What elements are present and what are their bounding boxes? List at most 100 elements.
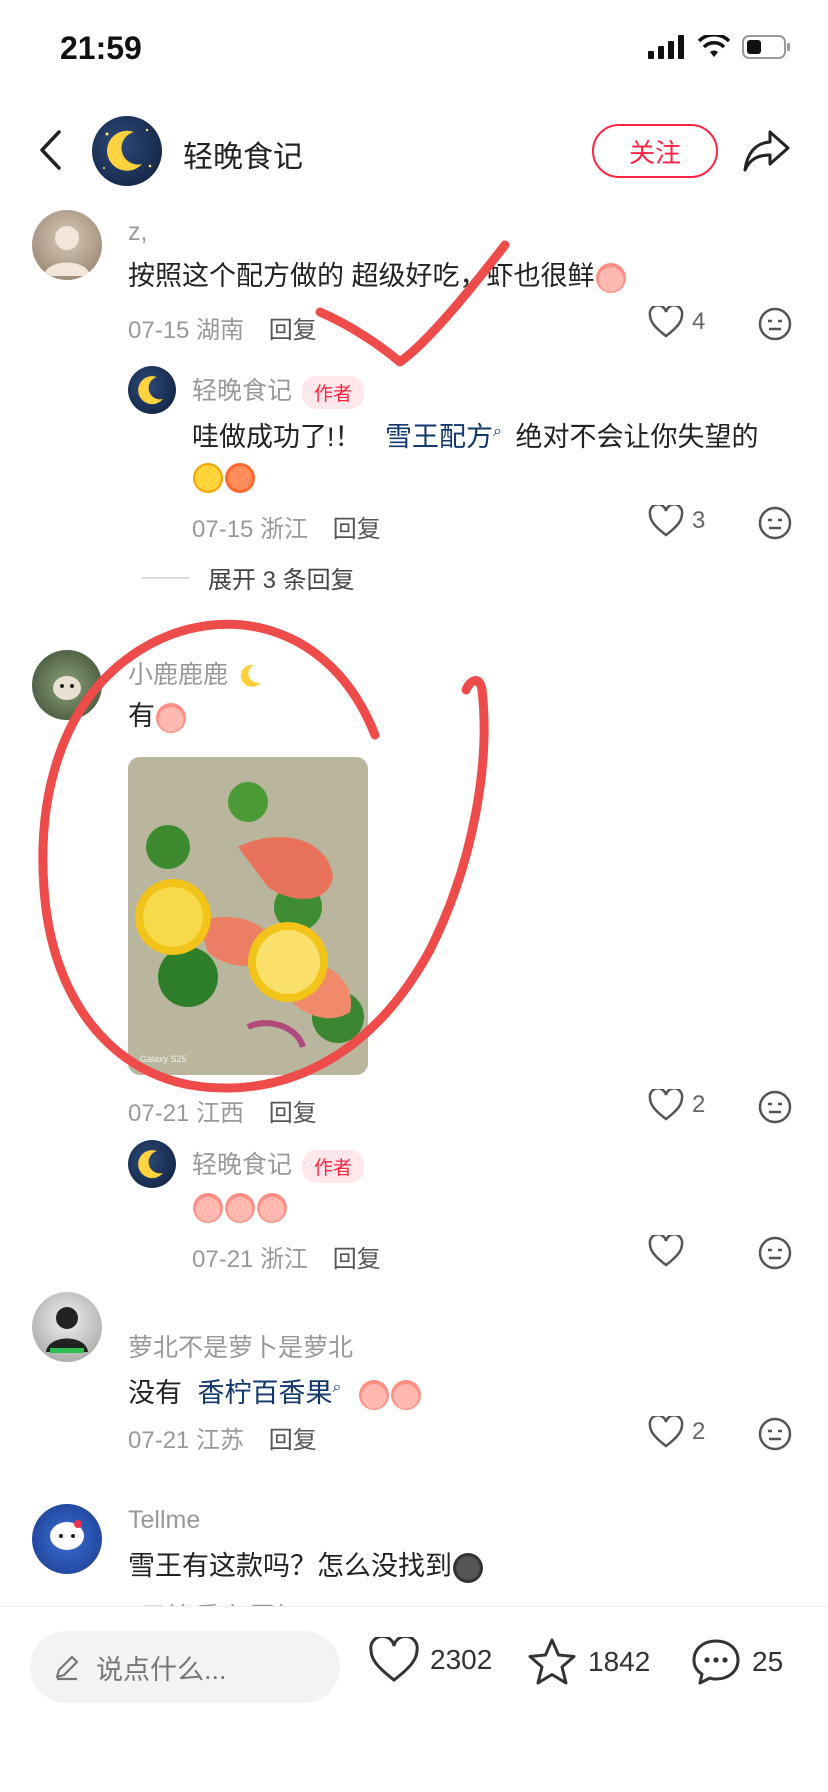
reply-button[interactable]: 回复 [269,1427,317,1454]
hello-kitty-icon [50,1520,84,1550]
comment-date: 07-21 [128,1100,190,1127]
post-comment-count: 25 [752,1646,784,1677]
comment-input[interactable]: 说点什么... [30,1631,340,1703]
author-avatar[interactable] [128,366,176,414]
laugh-emoji-icon [193,462,223,493]
like-button[interactable]: 2 [648,1089,705,1121]
reply-button[interactable]: 回复 [333,516,381,543]
circle-annotation-tail [461,676,487,695]
comment-text: 雪王有这款吗？怎么没找到 [128,1548,484,1584]
author-avatar[interactable] [128,1140,176,1188]
comment-username: 小鹿鹿鹿 [128,655,265,691]
comment-date: 07-21 [128,1427,190,1454]
dislike-icon[interactable] [757,306,793,342]
expand-replies[interactable]: 展开 3 条回复 [142,560,355,595]
comment-username[interactable]: Tellme [128,1506,200,1535]
battery-icon [742,35,790,59]
author-badge: 作者 [302,375,365,409]
search-icon: ⌕ [493,423,502,440]
comment-text-body: 有 [128,701,155,731]
dislike-icon[interactable] [757,1416,793,1452]
reply-button[interactable]: 回复 [333,1246,381,1273]
like-button[interactable]: 2 [648,1416,705,1448]
search-icon: ⌕ [332,1379,342,1396]
person-icon [44,226,90,276]
like-button[interactable]: 4 [648,306,705,338]
post-collect-button[interactable]: 1842 [526,1637,650,1687]
dislike-icon[interactable] [757,1089,793,1125]
user-avatar[interactable] [32,1504,102,1574]
comment-username[interactable]: z, [128,218,147,247]
back-button[interactable] [30,124,70,176]
dislike-icon[interactable] [757,505,793,541]
status-bar: 21:59 [0,0,828,100]
shrimp-emoji-icon [225,462,255,493]
user-avatar[interactable] [32,210,102,280]
post-comment-button[interactable]: 25 [690,1637,783,1687]
comment-meta: 07-15 湖南 回复 [128,310,317,345]
reply-emojis [192,458,256,494]
dog-icon [53,676,81,700]
status-time: 21:59 [60,30,142,66]
like-count: 4 [692,308,706,335]
like-button[interactable] [648,1235,692,1267]
reply-button[interactable]: 回复 [269,317,317,344]
post-like-button[interactable]: 2302 [368,1637,492,1683]
like-count: 2 [692,1091,706,1118]
wifi-icon [698,35,730,57]
chevron-left-icon [40,130,61,170]
expand-replies-label[interactable]: 展开 3 条回复 [208,560,355,595]
user-avatar[interactable] [32,650,102,720]
reply-meta: 07-21 浙江 回复 [192,1239,381,1274]
like-button[interactable]: 3 [648,505,705,537]
user-avatar[interactable] [32,1292,102,1362]
moon-icon [240,665,261,688]
comment-meta: 07-21 江西 回复 [128,1093,317,1128]
share-button[interactable] [742,128,792,174]
comment-text-body: 没有 [128,1378,182,1408]
person-icon [46,1307,88,1353]
food-photo-image: Galaxy S25 [128,757,368,1075]
reply-text-b: 绝对不会让你失望的 [515,422,759,452]
signal-icon [648,35,684,59]
heart-icon [369,1637,419,1682]
comment-username[interactable]: 萝北不是萝卜是萝北 [128,1328,353,1364]
comment-text-body: 雪王有这款吗？怎么没找到 [128,1551,452,1581]
heart-icon [648,1089,684,1121]
post-like-count: 2302 [430,1644,493,1675]
comment-bubble-icon [692,1639,740,1685]
peach-emoji-icon [193,1192,223,1223]
reply-username-text[interactable]: 轻晚食记 [192,377,292,405]
star-icon [528,1638,576,1685]
reply-date: 07-15 [192,516,254,543]
topic-link[interactable]: 香柠百香果 [198,1378,333,1408]
reply-button[interactable]: 回复 [269,1100,317,1127]
reply-location: 浙江 [260,1246,309,1273]
comment-username-text[interactable]: 小鹿鹿鹿 [128,661,228,689]
comment-location: 江西 [196,1100,245,1127]
status-icons [648,34,792,60]
peach-emoji-icon [257,1192,287,1223]
reply-username-text[interactable]: 轻晚食记 [192,1151,292,1179]
comment-date: 07-15 [128,317,190,344]
comment-text: 有 [128,698,187,734]
follow-button[interactable]: 关注 [592,124,718,178]
cat-emoji-icon [453,1552,483,1583]
comment-text-body: 按照这个配方做的 超级好吃，虾也很鲜 [128,261,595,291]
peach-emoji-icon [156,702,186,733]
topic-link[interactable]: 雪王配方 [385,422,493,452]
crying-emoji-icon [359,1379,389,1410]
author-name[interactable]: 轻晚食记 [183,132,303,176]
reply-date: 07-21 [192,1246,254,1273]
moon-icon [103,128,152,171]
author-avatar[interactable] [92,116,162,186]
post-header: 轻晚食记 关注 [0,110,828,190]
heart-icon [648,1416,684,1448]
comment-photo[interactable]: Galaxy S25 [128,757,368,1075]
reply-text-a: 哇做成功了!！ [192,422,362,452]
author-badge: 作者 [302,1149,365,1183]
reply-text: 哇做成功了!！ 雪王配方⌕ 绝对不会让你失望的 [192,414,759,455]
peach-emoji-icon [595,262,626,293]
post-collect-count: 1842 [588,1646,651,1677]
dislike-icon[interactable] [757,1235,793,1271]
